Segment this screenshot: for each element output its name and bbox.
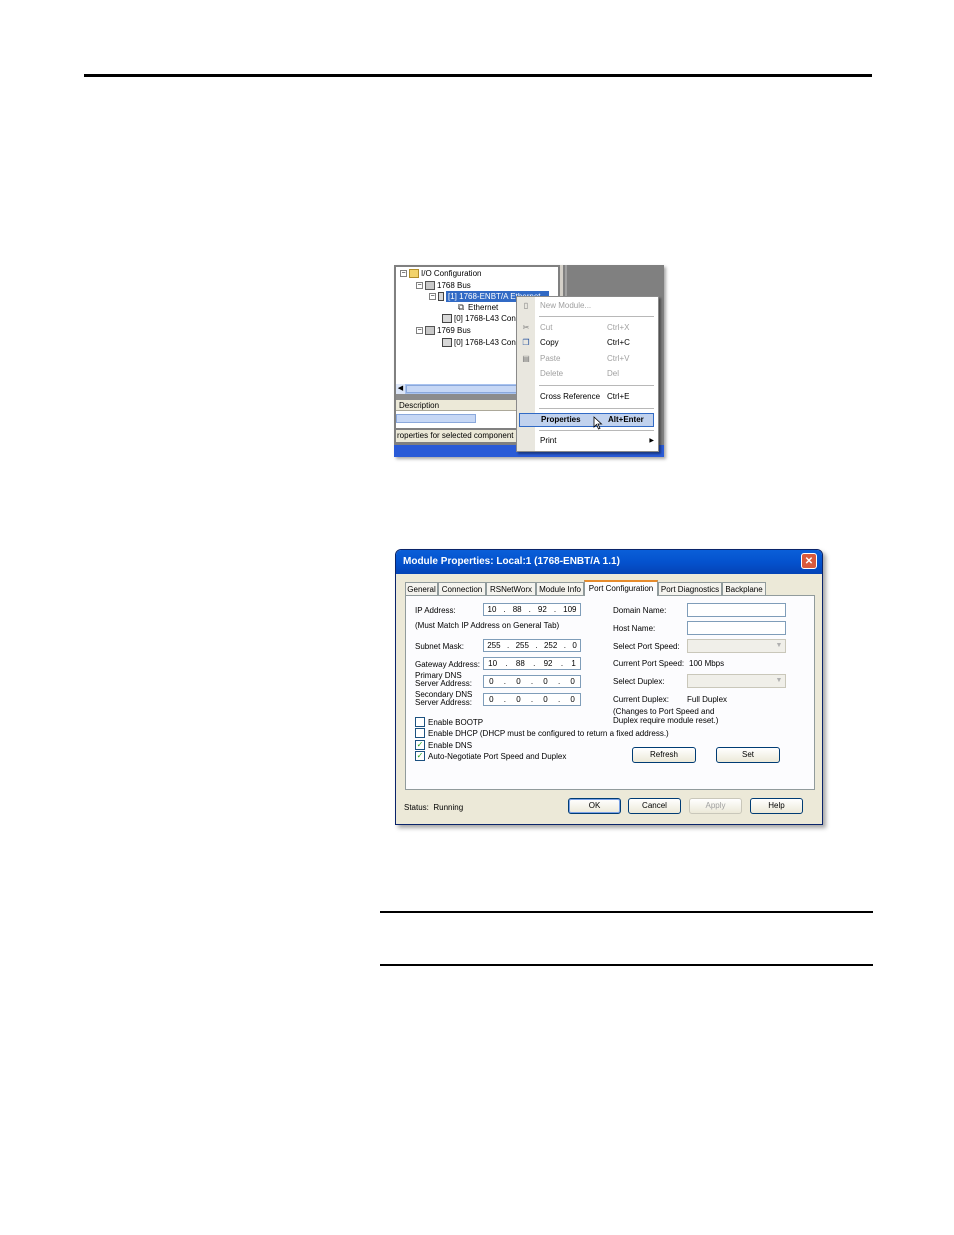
- scroll-left-icon[interactable]: ◀: [396, 384, 405, 394]
- description-scrollbar[interactable]: [396, 414, 476, 423]
- tab-port-configuration[interactable]: Port Configuration: [584, 580, 658, 596]
- scissors-icon: ✂: [522, 323, 530, 332]
- menu-item-cross-reference[interactable]: Cross Reference Ctrl+E: [517, 391, 658, 403]
- cancel-button[interactable]: Cancel: [628, 798, 681, 814]
- current-duplex-label: Current Duplex:: [613, 695, 670, 704]
- primary-dns-label: Primary DNS Server Address:: [415, 671, 472, 688]
- set-button[interactable]: Set: [716, 747, 780, 763]
- controller-icon: [442, 338, 452, 347]
- tree-item-ethernet[interactable]: ⧉ Ethernet: [456, 302, 498, 313]
- io-configuration-screenshot: − I/O Configuration − 1768 Bus − [1] 176…: [394, 265, 664, 457]
- scroll-thumb[interactable]: [406, 385, 526, 393]
- new-module-icon: ▯: [523, 301, 529, 310]
- collapse-icon[interactable]: −: [429, 293, 436, 300]
- network-icon: ⧉: [457, 302, 465, 312]
- ip-address-field[interactable]: 10. 88. 92. 109: [483, 603, 581, 616]
- enable-dns-checkbox[interactable]: ✓ Enable DNS: [415, 740, 472, 750]
- copy-icon: ❐: [522, 338, 530, 347]
- tab-connection[interactable]: Connection: [438, 582, 486, 595]
- tree-item-1768-bus[interactable]: − 1768 Bus: [416, 280, 471, 291]
- tree-item-1768-l43-controller[interactable]: [0] 1768-L43 Con: [442, 313, 516, 324]
- tab-backplane[interactable]: Backplane: [722, 582, 766, 595]
- current-port-speed-label: Current Port Speed:: [613, 659, 685, 668]
- host-name-label: Host Name:: [613, 624, 656, 633]
- dialog-status: Status: Running: [404, 803, 464, 812]
- checkmark-icon[interactable]: ✓: [415, 751, 425, 761]
- note-top-rule: [380, 911, 873, 913]
- primary-dns-field[interactable]: 0. 0. 0. 0: [483, 675, 581, 688]
- port-configuration-panel: IP Address: 10. 88. 92. 109 (Must Match …: [405, 595, 815, 790]
- checkmark-icon[interactable]: ✓: [415, 740, 425, 750]
- domain-name-label: Domain Name:: [613, 606, 667, 615]
- tab-port-diagnostics[interactable]: Port Diagnostics: [658, 582, 722, 595]
- ip-address-label: IP Address:: [415, 606, 456, 615]
- select-port-speed-label: Select Port Speed:: [613, 642, 680, 651]
- tab-general[interactable]: General: [405, 582, 438, 595]
- mouse-pointer-icon: [593, 416, 603, 430]
- menu-item-properties[interactable]: Properties Alt+Enter: [519, 413, 654, 427]
- subnet-mask-label: Subnet Mask:: [415, 642, 464, 651]
- chevron-down-icon[interactable]: ▼: [773, 675, 785, 687]
- controller-icon: [442, 314, 452, 323]
- domain-name-input[interactable]: [687, 603, 786, 617]
- gateway-address-label: Gateway Address:: [415, 660, 480, 669]
- enable-bootp-checkbox[interactable]: Enable BOOTP: [415, 717, 483, 727]
- enable-dhcp-checkbox[interactable]: Enable DHCP (DHCP must be configured to …: [415, 728, 669, 738]
- module-icon: [438, 292, 444, 301]
- ok-button[interactable]: OK: [568, 798, 621, 814]
- menu-separator: [539, 316, 654, 317]
- menu-item-print[interactable]: Print ▶: [517, 435, 658, 447]
- ip-note: (Must Match IP Address on General Tab): [415, 621, 560, 630]
- help-button[interactable]: Help: [750, 798, 803, 814]
- bus-icon: [425, 326, 435, 335]
- dialog-title-bar[interactable]: Module Properties: Local:1 (1768-ENBT/A …: [396, 550, 822, 574]
- module-properties-dialog: Module Properties: Local:1 (1768-ENBT/A …: [395, 549, 823, 825]
- bus-icon: [425, 281, 435, 290]
- secondary-dns-field[interactable]: 0. 0. 0. 0: [483, 693, 581, 706]
- paste-icon: ▤: [522, 354, 530, 363]
- menu-item-new-module[interactable]: ▯ New Module...: [517, 300, 658, 312]
- context-menu: ▯ New Module... ✂ Cut Ctrl+X ❐ Copy Ctrl…: [516, 296, 659, 452]
- menu-item-copy[interactable]: ❐ Copy Ctrl+C: [517, 337, 658, 349]
- gateway-address-field[interactable]: 10. 88. 92. 1: [483, 657, 581, 670]
- submenu-arrow-icon: ▶: [649, 438, 654, 444]
- current-duplex-value: Full Duplex: [687, 695, 728, 704]
- note-bottom-rule: [380, 964, 873, 966]
- header-rule: [84, 74, 872, 77]
- menu-separator: [539, 408, 654, 409]
- current-port-speed-value: 100 Mbps: [689, 659, 725, 668]
- secondary-dns-label: Secondary DNS Server Address:: [415, 690, 473, 707]
- chevron-down-icon[interactable]: ▼: [773, 640, 785, 652]
- collapse-icon[interactable]: −: [416, 327, 423, 334]
- menu-separator: [539, 430, 654, 431]
- menu-item-paste[interactable]: ▤ Paste Ctrl+V: [517, 353, 658, 365]
- tree-item-io-configuration[interactable]: − I/O Configuration: [400, 268, 481, 279]
- apply-button[interactable]: Apply: [689, 798, 742, 814]
- close-icon[interactable]: ✕: [801, 553, 817, 569]
- tree-item-1769-l43-controller[interactable]: [0] 1768-L43 Con: [442, 337, 516, 348]
- tab-rsnetworx[interactable]: RSNetWorx: [486, 582, 536, 595]
- auto-negotiate-checkbox[interactable]: ✓ Auto-Negotiate Port Speed and Duplex: [415, 751, 566, 761]
- checkbox-unchecked-icon[interactable]: [415, 717, 425, 727]
- menu-separator: [539, 385, 654, 386]
- checkbox-unchecked-icon[interactable]: [415, 728, 425, 738]
- tab-module-info[interactable]: Module Info: [536, 582, 584, 595]
- duplex-select[interactable]: ▼: [687, 674, 786, 688]
- tree-item-1769-bus[interactable]: − 1769 Bus: [416, 325, 471, 336]
- select-duplex-label: Select Duplex:: [613, 677, 665, 686]
- menu-item-cut[interactable]: ✂ Cut Ctrl+X: [517, 322, 658, 334]
- folder-icon: [409, 269, 419, 278]
- port-speed-select[interactable]: ▼: [687, 639, 786, 653]
- dialog-title: Module Properties: Local:1 (1768-ENBT/A …: [403, 556, 620, 567]
- menu-item-delete[interactable]: Delete Del: [517, 368, 658, 380]
- port-change-note: (Changes to Port Speed and Duplex requir…: [613, 707, 719, 725]
- host-name-input[interactable]: [687, 621, 786, 635]
- collapse-icon[interactable]: −: [400, 270, 407, 277]
- subnet-mask-field[interactable]: 255. 255. 252. 0: [483, 639, 581, 652]
- refresh-button[interactable]: Refresh: [632, 747, 696, 763]
- collapse-icon[interactable]: −: [416, 282, 423, 289]
